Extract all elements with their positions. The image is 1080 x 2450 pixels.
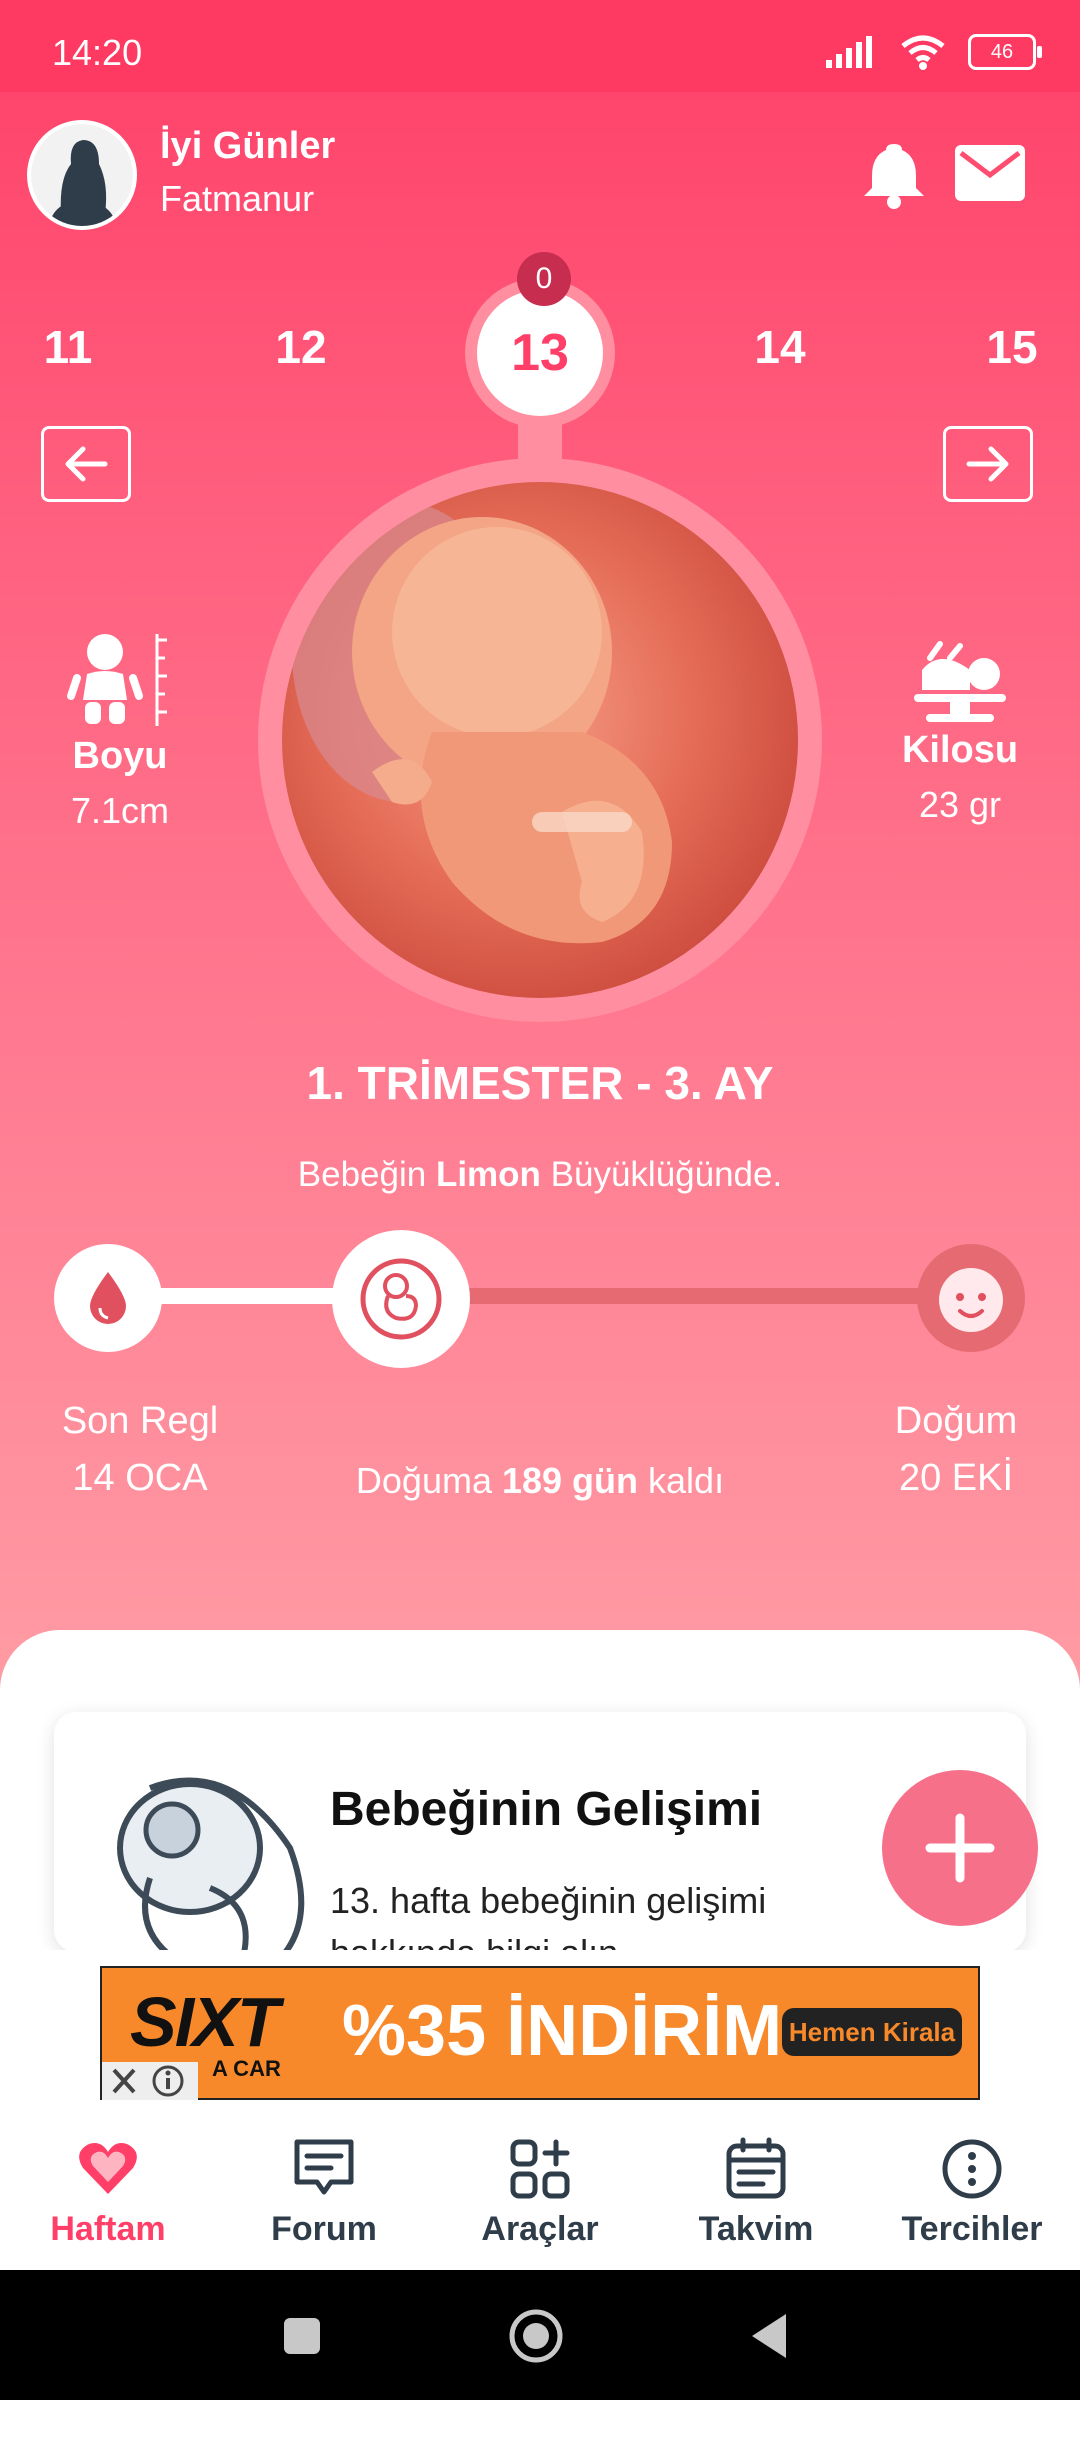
current-week-number: 13 bbox=[477, 290, 603, 416]
ad-brand-sub: A CAR bbox=[212, 2056, 281, 2081]
home-icon[interactable] bbox=[508, 2308, 564, 2364]
plus-icon bbox=[925, 1813, 995, 1883]
length-label: Boyu bbox=[72, 735, 168, 777]
nav-forum[interactable]: Forum bbox=[216, 2100, 432, 2270]
calendar-icon bbox=[726, 2137, 786, 2199]
size-comparison: Bebeğin Limon Büyüklüğünde. bbox=[0, 1155, 1080, 1195]
trimester-title: 1. TRİMESTER - 3. AY bbox=[306, 1057, 774, 1109]
next-week-button[interactable] bbox=[943, 426, 1033, 502]
greeting: İyi Günler Fatmanur bbox=[160, 125, 335, 220]
heart-icon bbox=[79, 2143, 137, 2194]
baby-image-frame bbox=[258, 458, 822, 1022]
baby-weight: Kilosu 23 gr bbox=[880, 640, 1040, 826]
ad-cta-button[interactable]: Hemen Kirala bbox=[782, 2008, 962, 2056]
close-icon[interactable] bbox=[102, 2062, 146, 2100]
status-time: 14:20 bbox=[52, 32, 143, 73]
ad-controls bbox=[102, 2062, 198, 2100]
week-item[interactable]: 12 bbox=[251, 320, 351, 374]
week-badge: 0 bbox=[517, 252, 571, 306]
greeting-text: İyi Günler bbox=[160, 125, 336, 167]
baby-face-icon bbox=[939, 1268, 1003, 1332]
week-item[interactable]: 11 bbox=[18, 320, 118, 374]
card-text-line1: 13. hafta bebeğinin gelişimi bbox=[330, 1880, 767, 1921]
remaining-value: 189 gün bbox=[501, 1460, 639, 1501]
signal-icon bbox=[826, 36, 872, 68]
back-icon[interactable] bbox=[748, 2312, 790, 2360]
weight-label: Kilosu bbox=[901, 729, 1019, 771]
ad-banner[interactable]: SIXT A CAR %35 İNDİRİM Hemen Kirala bbox=[100, 1966, 980, 2100]
blood-drop-icon bbox=[90, 1272, 126, 1324]
ad-headline: %35 İNDİRİM bbox=[342, 1991, 783, 2071]
nav-haftam[interactable]: Haftam bbox=[0, 2100, 216, 2270]
nav-takvim[interactable]: Takvim bbox=[648, 2100, 864, 2270]
size-suffix: Büyüklüğünde. bbox=[540, 1155, 783, 1194]
length-value: 7.1cm bbox=[70, 790, 170, 831]
current-progress-node bbox=[332, 1230, 470, 1368]
nav-label: Takvim bbox=[698, 2210, 814, 2248]
tools-grid-icon bbox=[510, 2139, 570, 2199]
baby-scale-icon bbox=[914, 641, 1006, 722]
fetus-icon bbox=[360, 1258, 442, 1340]
nav-label: Forum bbox=[271, 2210, 377, 2248]
last-period-node bbox=[54, 1244, 162, 1352]
wifi-icon bbox=[901, 35, 945, 70]
arrow-left-icon bbox=[65, 446, 108, 482]
nav-label: Haftam bbox=[50, 2210, 166, 2248]
baby-length: Boyu 7.1cm bbox=[40, 630, 200, 832]
battery-icon: 46 bbox=[968, 34, 1042, 70]
week-item[interactable]: 15 bbox=[962, 320, 1062, 374]
card-title: Bebeğinin Gelişimi bbox=[330, 1783, 763, 1836]
size-prefix: Bebeğin bbox=[297, 1155, 436, 1194]
days-remaining: Doğuma 189 gün kaldı bbox=[0, 1460, 1080, 1502]
arrow-right-icon bbox=[966, 446, 1009, 482]
mail-icon[interactable] bbox=[955, 145, 1025, 201]
nav-tercihler[interactable]: Tercihler bbox=[864, 2100, 1080, 2270]
info-icon[interactable] bbox=[146, 2062, 196, 2100]
due-label: Doğum bbox=[894, 1400, 1018, 1442]
chat-icon bbox=[294, 2139, 354, 2195]
user-name: Fatmanur bbox=[160, 178, 315, 219]
last-period-label: Son Regl bbox=[61, 1400, 219, 1442]
bell-icon[interactable] bbox=[862, 140, 926, 210]
avatar[interactable] bbox=[27, 120, 137, 230]
fetus-image[interactable] bbox=[282, 482, 798, 998]
recents-icon[interactable] bbox=[282, 2316, 322, 2356]
weight-value: 23 gr bbox=[918, 784, 1002, 825]
bottom-navigation: Haftam Forum Araçlar Takvim Tercihler bbox=[0, 2100, 1080, 2270]
more-icon bbox=[942, 2139, 1002, 2199]
nav-label: Tercihler bbox=[901, 2210, 1043, 2248]
nav-label: Araçlar bbox=[481, 2210, 599, 2248]
ad-brand: SIXT bbox=[130, 1983, 280, 2061]
remaining-suffix: kaldı bbox=[638, 1460, 725, 1501]
remaining-prefix: Doğuma bbox=[355, 1460, 502, 1501]
nav-araclar[interactable]: Araçlar bbox=[432, 2100, 648, 2270]
add-fab-button[interactable] bbox=[882, 1770, 1038, 1926]
status-bar: 14:20 46 bbox=[0, 0, 1080, 92]
birth-node bbox=[917, 1244, 1025, 1352]
fetus-outline-icon bbox=[117, 1777, 305, 1952]
baby-ruler-icon bbox=[67, 634, 167, 726]
size-fruit: Limon bbox=[435, 1155, 541, 1194]
system-nav-bar bbox=[0, 2270, 1080, 2400]
week-item[interactable]: 14 bbox=[730, 320, 830, 374]
previous-week-button[interactable] bbox=[41, 426, 131, 502]
